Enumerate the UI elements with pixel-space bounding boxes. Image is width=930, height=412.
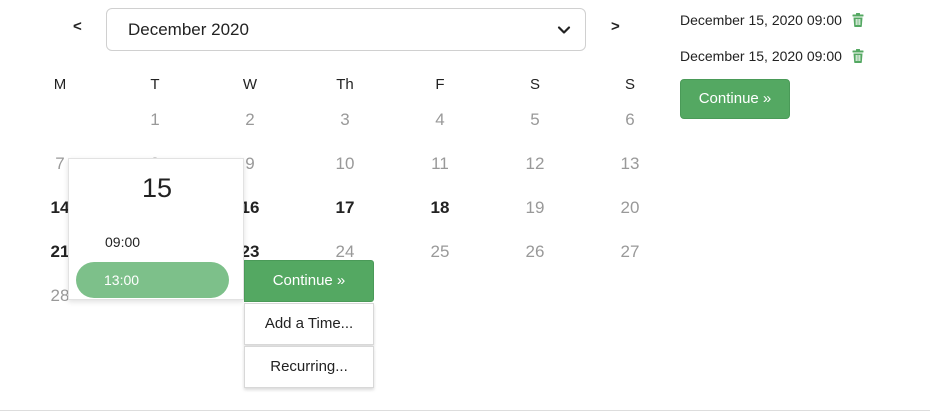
calendar-day[interactable]: 18 (425, 198, 455, 218)
calendar-day: 27 (620, 242, 640, 261)
weekday-header: W (242, 76, 258, 93)
trash-icon[interactable] (852, 49, 864, 63)
next-month-button[interactable]: > (611, 18, 620, 35)
calendar-day: 1 (150, 110, 160, 129)
trash-icon[interactable] (852, 13, 864, 27)
popup-continue-button[interactable]: Continue » (244, 260, 374, 302)
calendar-day: 25 (430, 242, 450, 261)
selected-date-item: December 15, 2020 09:00 (680, 12, 864, 28)
selected-date-label: December 15, 2020 09:00 (680, 12, 842, 28)
calendar-day: 13 (620, 154, 640, 173)
weekday-header: S (624, 76, 635, 93)
calendar-day: 5 (530, 110, 540, 129)
weekday-header: T (150, 76, 160, 93)
weekday-header: S (529, 76, 540, 93)
month-select-value: December 2020 (128, 19, 249, 39)
chevron-down-icon (557, 25, 571, 34)
bottom-divider (0, 410, 930, 411)
calendar-day: 6 (625, 110, 635, 129)
popup-day-number: 15 (141, 173, 173, 203)
selected-date-label: December 15, 2020 09:00 (680, 48, 842, 64)
calendar-day: 12 (525, 154, 545, 173)
previous-month-button[interactable]: < (73, 18, 82, 35)
time-slot-selected[interactable]: 13:00 (76, 262, 229, 298)
calendar-day: 3 (340, 110, 350, 129)
calendar-day: 11 (431, 154, 449, 173)
selected-date-item: December 15, 2020 09:00 (680, 48, 864, 64)
weekday-header: F (435, 76, 445, 93)
calendar-day: 24 (335, 242, 355, 261)
continue-button[interactable]: Continue » (680, 79, 790, 119)
time-slot-option[interactable]: 09:00 (105, 234, 140, 250)
month-select[interactable]: December 2020 (106, 8, 586, 51)
calendar-day: 2 (245, 110, 255, 129)
time-picker-popup: 15 09:00 13:00 (68, 158, 244, 300)
weekday-header: M (53, 76, 67, 93)
weekday-header: Th (336, 76, 354, 93)
add-time-button[interactable]: Add a Time... (244, 303, 374, 345)
calendar-day: 26 (525, 242, 545, 261)
calendar-day[interactable]: 17 (330, 198, 360, 218)
calendar-day: 4 (435, 110, 445, 129)
recurring-button[interactable]: Recurring... (244, 346, 374, 388)
calendar-day: 19 (525, 198, 545, 217)
calendar-day: 20 (620, 198, 640, 217)
calendar-day: 10 (335, 154, 355, 173)
